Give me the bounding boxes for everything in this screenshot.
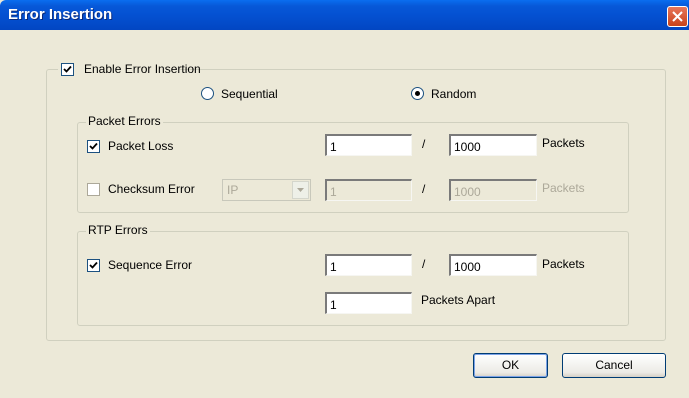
- sequential-label: Sequential: [221, 87, 278, 101]
- checkmark-icon: [89, 142, 98, 150]
- packet-loss-denominator-input[interactable]: [449, 134, 537, 156]
- checkmark-icon: [63, 65, 72, 73]
- window-title: Error Insertion: [8, 6, 113, 23]
- close-button[interactable]: [667, 6, 688, 27]
- packets-apart-label: Packets Apart: [421, 293, 496, 307]
- checksum-separator: /: [422, 182, 426, 196]
- checksum-error-checkbox[interactable]: [87, 183, 100, 196]
- radio-selected-dot: [415, 91, 420, 96]
- sequence-error-checkbox[interactable]: [87, 259, 100, 272]
- enable-error-insertion-label: Enable Error Insertion: [84, 62, 201, 76]
- close-icon: [672, 11, 683, 22]
- packet-loss-unit: Packets: [542, 136, 585, 150]
- checkmark-icon: [89, 261, 98, 269]
- enable-legend: Enable Error Insertion: [58, 61, 201, 77]
- sequence-denominator-input[interactable]: [449, 254, 537, 276]
- packet-errors-legend: Packet Errors: [86, 114, 163, 128]
- cancel-button[interactable]: Cancel: [562, 353, 666, 378]
- checksum-numerator-input[interactable]: [325, 179, 412, 201]
- checksum-denominator-input[interactable]: [449, 179, 537, 201]
- rtp-errors-legend: RTP Errors: [86, 223, 150, 237]
- random-radio[interactable]: [411, 87, 424, 100]
- sequence-unit: Packets: [542, 257, 585, 271]
- sequential-radio[interactable]: [201, 87, 214, 100]
- sequence-numerator-input[interactable]: [325, 254, 412, 276]
- packet-loss-label: Packet Loss: [108, 139, 174, 153]
- checksum-error-label: Checksum Error: [108, 182, 195, 196]
- packets-apart-input[interactable]: [325, 292, 412, 314]
- chevron-down-icon[interactable]: [292, 181, 309, 199]
- checksum-protocol-select[interactable]: IP: [222, 179, 311, 201]
- checksum-unit: Packets: [542, 181, 585, 195]
- error-insertion-dialog: Error Insertion Enable Error Insertion S…: [0, 0, 689, 398]
- enable-error-insertion-checkbox[interactable]: [61, 63, 74, 76]
- random-label: Random: [431, 87, 477, 101]
- sequence-error-label: Sequence Error: [108, 258, 193, 272]
- packet-loss-numerator-input[interactable]: [325, 134, 412, 156]
- ok-button[interactable]: OK: [473, 353, 548, 378]
- packet-loss-checkbox[interactable]: [87, 140, 100, 153]
- title-bar[interactable]: Error Insertion: [0, 0, 689, 30]
- packet-loss-separator: /: [422, 137, 426, 151]
- checksum-protocol-value: IP: [227, 183, 239, 197]
- sequence-separator: /: [422, 257, 426, 271]
